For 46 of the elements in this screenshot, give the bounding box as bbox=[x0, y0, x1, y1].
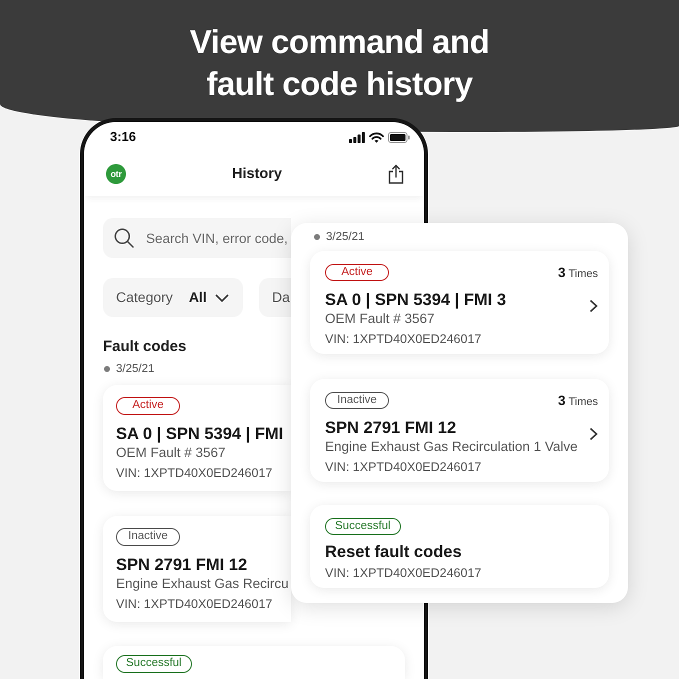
screen-title: History bbox=[232, 165, 282, 183]
fault-code-card[interactable]: Successful bbox=[103, 646, 405, 679]
fault-title: Reset fault codes bbox=[325, 542, 462, 562]
status-time: 3:16 bbox=[110, 129, 136, 145]
vin-label: VIN: 1XPTD40X0ED246017 bbox=[325, 565, 482, 581]
status-badge: Active bbox=[116, 397, 180, 415]
status-badge: Inactive bbox=[325, 392, 389, 409]
app-logo: otr bbox=[106, 164, 126, 184]
fault-code-card[interactable]: Inactive SPN 2791 FMI 12 Engine Exhaust Gas Recircu VIN: 1XPTD40X0ED246017 bbox=[103, 516, 291, 622]
fault-title: SA 0 | SPN 5394 | FMI 3 bbox=[325, 290, 506, 310]
occurrence-count: 3 Times bbox=[558, 392, 598, 410]
wifi-icon bbox=[369, 132, 384, 142]
vin-label: VIN: 1XPTD40X0ED246017 bbox=[325, 331, 482, 347]
status-badge: Successful bbox=[325, 518, 401, 535]
filter-dropdown[interactable]: Da bbox=[259, 278, 291, 317]
timeline-dot-icon bbox=[314, 234, 320, 240]
status-badge: Successful bbox=[116, 655, 192, 673]
fault-description: OEM Fault # 3567 bbox=[116, 444, 226, 462]
occurrence-count: 3 Times bbox=[558, 264, 598, 282]
date-label: 3/25/21 bbox=[326, 230, 364, 244]
timeline-dot-icon bbox=[104, 366, 110, 372]
fault-title: SA 0 | SPN 5394 | FMI bbox=[116, 424, 284, 444]
vin-label: VIN: 1XPTD40X0ED246017 bbox=[116, 465, 272, 481]
fault-title: SPN 2791 FMI 12 bbox=[325, 418, 456, 438]
status-badge: Active bbox=[325, 264, 389, 281]
battery-icon bbox=[388, 132, 410, 142]
search-field[interactable]: Search VIN, error code, bbox=[103, 218, 291, 258]
search-icon bbox=[114, 228, 134, 248]
fault-code-card[interactable]: Successful Reset fault codes VIN: 1XPTD40X0ED246017 bbox=[310, 505, 609, 588]
signal-icon bbox=[349, 132, 365, 142]
vin-label: VIN: 1XPTD40X0ED246017 bbox=[116, 596, 272, 612]
fault-description: Engine Exhaust Gas Recircu bbox=[116, 575, 289, 593]
chevron-down-icon bbox=[214, 294, 229, 302]
filter-dropdown[interactable]: Category All bbox=[103, 278, 243, 317]
fault-code-card[interactable]: Active SA 0 | SPN 5394 | FMI OEM Fault # 3567 VIN: 1XPTD40X0ED246017 bbox=[103, 385, 291, 491]
fault-description: Engine Exhaust Gas Recirculation 1 Valve bbox=[325, 438, 578, 456]
fault-title: SPN 2791 FMI 12 bbox=[116, 555, 248, 575]
fault-code-card[interactable]: Inactive SPN 2791 FMI 12 Engine Exhaust Gas Recirculation 1 Valve VIN: 1XPTD40X0ED246017 3 Times bbox=[310, 379, 609, 482]
fault-code-card[interactable]: Active SA 0 | SPN 5394 | FMI 3 OEM Fault # 3567 VIN: 1XPTD40X0ED246017 3 Times bbox=[310, 251, 609, 354]
status-badge: Inactive bbox=[116, 528, 180, 546]
fault-description: OEM Fault # 3567 bbox=[325, 310, 435, 328]
section-title: Fault codes bbox=[103, 337, 186, 357]
headline: View command and fault code history bbox=[188, 22, 490, 104]
date-label: 3/25/21 bbox=[116, 362, 154, 376]
share-icon[interactable] bbox=[388, 164, 404, 184]
vin-label: VIN: 1XPTD40X0ED246017 bbox=[325, 459, 482, 475]
